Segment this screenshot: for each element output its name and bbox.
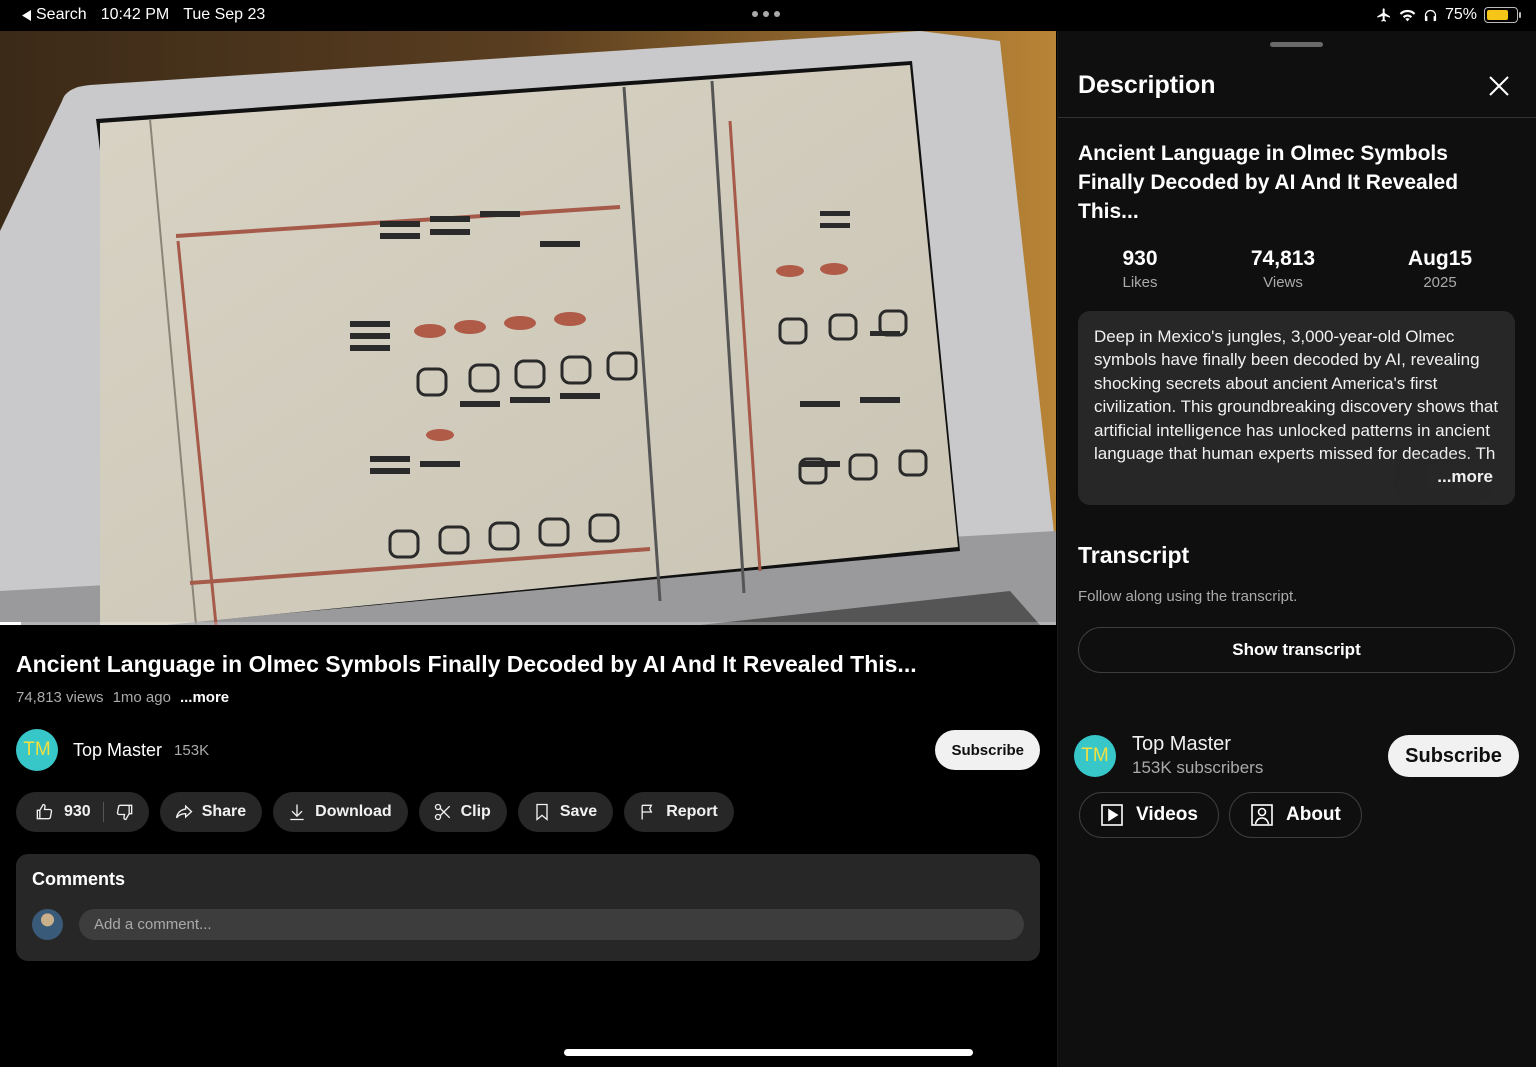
battery-icon <box>1484 7 1521 23</box>
videos-button[interactable]: Videos <box>1079 792 1219 838</box>
like-divider <box>102 802 104 822</box>
transcript-subtitle: Follow along using the transcript. <box>1078 588 1298 605</box>
description-text-box[interactable]: Deep in Mexico's jungles, 3,000-year-old… <box>1078 311 1515 505</box>
about-button[interactable]: About <box>1229 792 1362 838</box>
status-date: Tue Sep 23 <box>183 6 266 23</box>
home-indicator[interactable] <box>564 1049 973 1056</box>
save-button[interactable]: Save <box>517 792 614 832</box>
report-button[interactable]: Report <box>624 792 734 832</box>
user-avatar <box>32 909 63 940</box>
video-meta[interactable]: 74,813 views 1mo ago ...more <box>16 689 229 706</box>
panel-channel-avatar[interactable]: TM <box>1074 735 1116 777</box>
panel-divider <box>1058 117 1536 118</box>
share-button[interactable]: Share <box>159 792 263 832</box>
thumbs-down-icon[interactable] <box>115 802 135 822</box>
battery-level <box>1487 10 1508 20</box>
videos-label: Videos <box>1136 804 1198 825</box>
comments-section[interactable]: Comments Add a comment... <box>16 854 1040 961</box>
headphones-icon <box>1424 9 1437 21</box>
download-button[interactable]: Download <box>273 792 408 832</box>
flag-icon <box>641 804 653 820</box>
channel-avatar[interactable]: TM <box>16 729 58 771</box>
video-title: Ancient Language in Olmec Symbols Finall… <box>16 651 917 677</box>
thumbs-up-icon[interactable] <box>34 802 54 822</box>
panel-subscribe-button[interactable]: Subscribe <box>1388 735 1519 777</box>
back-triangle-icon <box>22 9 31 21</box>
wifi-icon <box>1399 9 1416 22</box>
channel-subscriber-count: 153K <box>174 741 210 759</box>
channel-row: TM Top Master 153K Subscribe <box>16 729 1040 771</box>
play-box-icon <box>1101 804 1123 826</box>
subscribe-button[interactable]: Subscribe <box>935 730 1040 770</box>
multitasking-dots-icon[interactable] <box>752 11 780 17</box>
report-label: Report <box>666 803 718 820</box>
stat-value: Aug15 <box>1407 247 1473 270</box>
panel-drag-handle[interactable] <box>1270 42 1323 47</box>
status-time: 10:42 PM <box>100 6 170 23</box>
battery-percent: 75% <box>1444 6 1477 23</box>
status-bar: Search 10:42 PM Tue Sep 23 75% <box>0 0 1536 31</box>
close-icon[interactable] <box>1488 75 1510 97</box>
stat-label: Likes <box>1122 274 1158 291</box>
bookmark-icon <box>536 803 548 821</box>
channel-name[interactable]: Top Master <box>73 740 162 761</box>
video-progress-fill <box>0 622 22 625</box>
like-dislike-button[interactable]: 930 <box>16 792 149 832</box>
stat-likes: 930 Likes <box>1080 247 1200 291</box>
stat-date: Aug15 2025 <box>1380 247 1500 291</box>
airplane-icon <box>1377 8 1390 22</box>
about-label: About <box>1286 804 1341 825</box>
add-comment-input[interactable]: Add a comment... <box>79 909 1024 940</box>
share-label: Share <box>201 803 247 820</box>
video-stats: 930 Likes 74,813 Views Aug15 2025 <box>1078 247 1514 293</box>
view-count: 74,813 views <box>16 689 104 706</box>
like-count: 930 <box>64 803 91 820</box>
share-icon <box>175 804 193 819</box>
transcript-title: Transcript <box>1078 542 1190 568</box>
description-text: Deep in Mexico's jungles, 3,000-year-old… <box>1094 327 1499 464</box>
stat-label: Views <box>1263 274 1303 291</box>
stat-label: 2025 <box>1423 274 1457 291</box>
download-icon <box>290 804 304 821</box>
back-to-search-link[interactable]: Search <box>22 6 87 24</box>
description-panel: Description Ancient Language in Olmec Sy… <box>1057 31 1536 1067</box>
description-more-link[interactable]: ...more <box>1429 465 1493 489</box>
show-transcript-button[interactable]: Show transcript <box>1078 627 1515 673</box>
video-frame-image <box>0 31 1056 625</box>
video-player[interactable] <box>0 31 1056 625</box>
panel-channel-subscribers: 153K subscribers <box>1132 758 1264 777</box>
comments-title: Comments <box>32 869 126 889</box>
description-video-title: Ancient Language in Olmec Symbols Finall… <box>1078 142 1459 223</box>
more-link[interactable]: ...more <box>180 689 229 706</box>
clip-button[interactable]: Clip <box>418 792 507 832</box>
download-label: Download <box>315 803 392 820</box>
scissors-icon <box>434 803 450 821</box>
back-label: Search <box>36 6 87 23</box>
stat-value: 930 <box>1122 247 1158 270</box>
person-icon <box>1251 804 1273 826</box>
upload-age: 1mo ago <box>112 689 171 706</box>
action-bar: 930 Share Download Clip Save Report <box>16 792 734 832</box>
video-progress-bar[interactable] <box>0 622 1056 625</box>
panel-channel-name[interactable]: Top Master <box>1132 733 1231 756</box>
clip-label: Clip <box>460 803 491 820</box>
save-label: Save <box>559 803 598 820</box>
panel-title: Description <box>1078 71 1216 99</box>
stat-views: 74,813 Views <box>1223 247 1343 291</box>
stat-value: 74,813 <box>1250 247 1316 270</box>
